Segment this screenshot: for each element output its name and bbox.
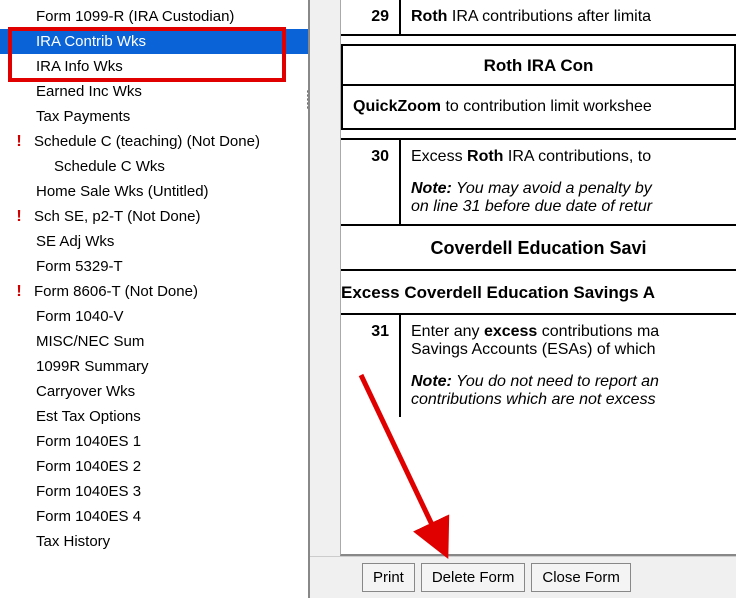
quickzoom-row[interactable]: QuickZoom to contribution limit workshee [343,86,734,128]
sidebar-item-label: Est Tax Options [36,408,141,425]
sidebar-item-label: IRA Contrib Wks [36,33,146,50]
line-number-29: 29 [341,0,401,34]
sidebar-item-label: IRA Info Wks [36,58,123,75]
sidebar-item-label: Tax History [36,533,110,550]
roth-ira-inset-box: Roth IRA Con QuickZoom to contribution l… [341,44,736,130]
error-flag-icon: ! [12,283,26,301]
error-flag-icon: ! [12,208,26,226]
sidebar-item-label: Form 1040ES 3 [36,483,141,500]
sidebar-item-label: Home Sale Wks (Untitled) [36,183,209,200]
line31-bold: excess [484,323,537,340]
sidebar-item-label: Form 1040-V [36,308,124,325]
sidebar-item-label: Schedule C Wks [54,158,165,175]
line-29-desc: Roth IRA contributions after limita [401,0,736,34]
line30-b: IRA contributions, to [503,148,651,165]
sidebar-item-label: Tax Payments [36,108,130,125]
line30-bold: Roth [467,148,503,165]
sidebar-item-label: Earned Inc Wks [36,83,142,100]
sidebar-item-21[interactable]: Tax History [0,529,308,554]
sidebar-item-label: Sch SE, p2-T (Not Done) [34,208,200,225]
close-form-button[interactable]: Close Form [531,563,631,592]
sidebar-item-4[interactable]: Tax Payments [0,104,308,129]
sidebar-item-17[interactable]: Form 1040ES 1 [0,429,308,454]
form-content: 29 Roth IRA contributions after limita R… [340,0,736,556]
sidebar-item-7[interactable]: Home Sale Wks (Untitled) [0,179,308,204]
quickzoom-label: QuickZoom [353,98,441,115]
excess-coverdell-heading: Excess Coverdell Education Savings A [341,271,736,315]
splitter-grip[interactable] [302,86,309,112]
sidebar-item-16[interactable]: Est Tax Options [0,404,308,429]
line30-a: Excess [411,148,467,165]
line-number-30: 30 [341,140,401,224]
sidebar-item-13[interactable]: MISC/NEC Sum [0,329,308,354]
sidebar-item-5[interactable]: ! Schedule C (teaching) (Not Done) [0,129,308,154]
line-31-desc: Enter any excess contributions ma Saving… [401,315,736,417]
sidebar-item-15[interactable]: Carryover Wks [0,379,308,404]
sidebar-item-label: Form 8606-T (Not Done) [34,283,198,300]
error-flag-icon: ! [12,133,26,151]
sidebar-item-9[interactable]: SE Adj Wks [0,229,308,254]
sidebar-item-0[interactable]: Form 1099-R (IRA Custodian) [0,4,308,29]
line-number-31: 31 [341,315,401,417]
sidebar-item-11[interactable]: ! Form 8606-T (Not Done) [0,279,308,304]
sidebar-item-3[interactable]: Earned Inc Wks [0,79,308,104]
print-button[interactable]: Print [362,563,415,592]
sidebar-item-label: Form 5329-T [36,258,123,275]
sidebar-item-label: SE Adj Wks [36,233,114,250]
form-panel: 29 Roth IRA contributions after limita R… [310,0,736,598]
sidebar-item-1[interactable]: IRA Contrib Wks [0,29,308,54]
sidebar-item-label: Form 1040ES 2 [36,458,141,475]
sidebar-item-19[interactable]: Form 1040ES 3 [0,479,308,504]
sidebar-item-label: Form 1040ES 1 [36,433,141,450]
line-29-bold: Roth [411,8,447,25]
delete-form-button[interactable]: Delete Form [421,563,526,592]
sidebar-item-6[interactable]: Schedule C Wks [0,154,308,179]
line31-note-a: You do not need to report an [452,373,659,390]
line31-note-b: contributions which are not excess [411,391,656,408]
line-30-desc: Excess Roth IRA contributions, to Note: … [401,140,736,224]
line31-a: Enter any [411,323,484,340]
sidebar-forms-list: Form 1099-R (IRA Custodian) IRA Contrib W… [0,0,310,598]
line30-note-a: You may avoid a penalty by [452,180,652,197]
sidebar-item-label: Schedule C (teaching) (Not Done) [34,133,260,150]
sidebar-item-14[interactable]: 1099R Summary [0,354,308,379]
button-bar: Print Delete Form Close Form [310,556,736,598]
sidebar-item-12[interactable]: Form 1040-V [0,304,308,329]
sidebar-item-8[interactable]: ! Sch SE, p2-T (Not Done) [0,204,308,229]
line31-b: contributions ma [537,323,659,340]
sidebar-item-label: Form 1040ES 4 [36,508,141,525]
line30-note-b: on line 31 before due date of retur [411,198,652,215]
line-29-rest: IRA contributions after limita [447,8,651,25]
sidebar-item-20[interactable]: Form 1040ES 4 [0,504,308,529]
sidebar-item-18[interactable]: Form 1040ES 2 [0,454,308,479]
sidebar-item-2[interactable]: IRA Info Wks [0,54,308,79]
line31-text2: Savings Accounts (ESAs) of which [411,341,656,358]
sidebar-item-label: Form 1099-R (IRA Custodian) [36,8,234,25]
coverdell-heading: Coverdell Education Savi [341,226,736,271]
sidebar-item-label: MISC/NEC Sum [36,333,144,350]
line31-note-label: Note: [411,373,452,390]
quickzoom-text: to contribution limit workshee [441,98,652,115]
sidebar-item-10[interactable]: Form 5329-T [0,254,308,279]
roth-ira-inset-heading: Roth IRA Con [343,46,734,86]
line30-note-label: Note: [411,180,452,197]
sidebar-item-label: Carryover Wks [36,383,135,400]
sidebar-item-label: 1099R Summary [36,358,149,375]
